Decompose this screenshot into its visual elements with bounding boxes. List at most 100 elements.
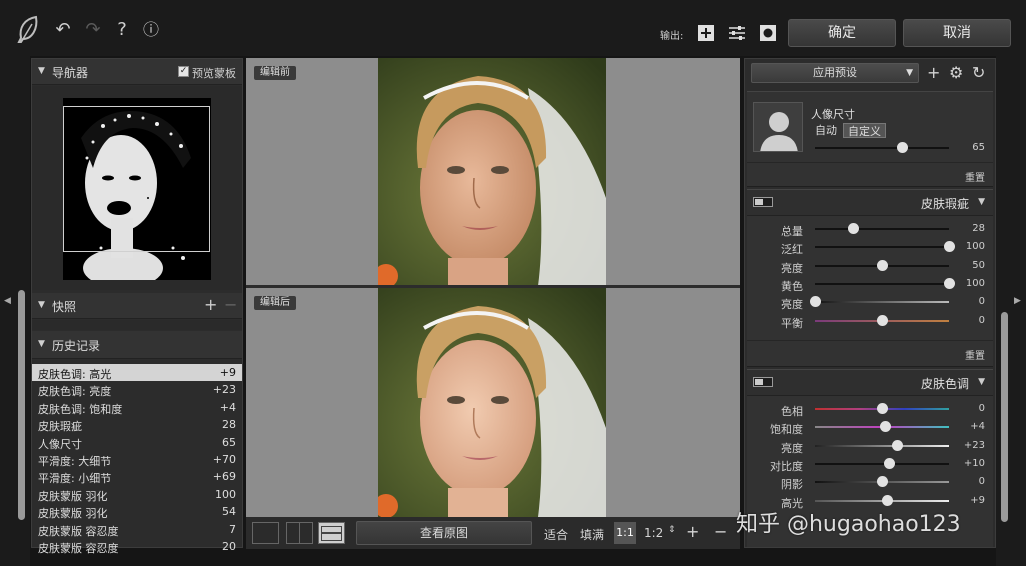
history-row[interactable]: 皮肤蒙版 羽化 54 bbox=[32, 503, 242, 520]
before-image bbox=[378, 58, 606, 286]
slider-value: +23 bbox=[963, 439, 985, 451]
skin-tone-header[interactable]: 皮肤色调 ▼ bbox=[747, 370, 993, 396]
slider-knob[interactable] bbox=[877, 403, 888, 414]
before-photo[interactable] bbox=[378, 58, 606, 286]
single-view-button[interactable] bbox=[252, 522, 279, 544]
slider-knob[interactable] bbox=[879, 421, 891, 433]
slider-knob[interactable] bbox=[877, 259, 888, 271]
portrait-size-track[interactable] bbox=[815, 147, 949, 149]
zoom-in-icon[interactable]: + bbox=[686, 522, 699, 541]
history-row[interactable]: 皮肤瑕疵 28 bbox=[32, 416, 242, 433]
history-list: 皮肤色调: 高光 +9 皮肤色调: 亮度 +23 皮肤色调: 饱和度 +4 皮肤瑕疵 28 人像… bbox=[32, 364, 242, 555]
slider-track[interactable] bbox=[815, 301, 949, 304]
slider-track[interactable] bbox=[815, 444, 949, 447]
history-row[interactable]: 皮肤色调: 饱和度 +4 bbox=[32, 399, 242, 416]
skin-blemish-reset-button[interactable]: 重置 bbox=[965, 347, 985, 362]
collapse-triangle-icon[interactable]: ▼ bbox=[38, 300, 45, 310]
slider-knob[interactable] bbox=[810, 296, 821, 308]
cancel-button[interactable]: 取消 bbox=[903, 19, 1011, 47]
history-row[interactable]: 人像尺寸 65 bbox=[32, 434, 242, 451]
slider-knob[interactable] bbox=[944, 241, 955, 253]
skin-blemish-toggle[interactable] bbox=[753, 197, 773, 207]
slider-knob[interactable] bbox=[883, 457, 895, 469]
history-label: 皮肤蒙版 羽化 bbox=[38, 489, 108, 503]
left-scrollbar[interactable] bbox=[18, 290, 25, 520]
skin-blemish-section: 皮肤瑕疵 ▼ 总量 28 泛红 100 亮度 50 黄色 100 亮度 0 平衡 0 重置 bbox=[747, 189, 993, 367]
history-row[interactable]: 皮肤色调: 高光 +9 bbox=[32, 364, 242, 382]
collapse-triangle-icon[interactable]: ▼ bbox=[38, 339, 45, 349]
slider-value: 28 bbox=[972, 223, 985, 234]
preview-mask-checkbox[interactable]: ✓ bbox=[178, 66, 189, 77]
collapse-triangle-icon[interactable]: ▼ bbox=[978, 197, 985, 207]
zoom-out-icon[interactable]: − bbox=[714, 522, 727, 541]
info-icon[interactable]: ⓘ bbox=[140, 20, 162, 40]
preset-select[interactable]: 应用预设 ▼ bbox=[751, 63, 919, 83]
slider-knob[interactable] bbox=[882, 494, 894, 506]
slider-knob[interactable] bbox=[877, 314, 888, 326]
slider-track[interactable] bbox=[815, 246, 949, 249]
slider-knob[interactable] bbox=[891, 439, 903, 451]
help-icon[interactable]: ? bbox=[111, 20, 133, 40]
skin-blemish-header[interactable]: 皮肤瑕疵 ▼ bbox=[747, 190, 993, 216]
slider-knob[interactable] bbox=[944, 277, 955, 289]
history-row[interactable]: 皮肤蒙版 羽化 100 bbox=[32, 486, 242, 503]
adjust-sliders-icon[interactable] bbox=[728, 24, 746, 42]
history-row[interactable]: 皮肤蒙版 容忍度 20 bbox=[32, 538, 242, 555]
fill-button[interactable]: 填满 bbox=[580, 526, 604, 543]
navigator-viewport-rect[interactable] bbox=[63, 106, 210, 252]
zoom-stepper-icon[interactable]: ⇕ bbox=[668, 525, 676, 535]
history-row[interactable]: 皮肤色调: 亮度 +23 bbox=[32, 381, 242, 398]
export-add-icon[interactable] bbox=[697, 24, 715, 42]
collapse-triangle-icon[interactable]: ▼ bbox=[978, 377, 985, 387]
portrait-size-knob[interactable] bbox=[897, 142, 909, 153]
history-label: 皮肤色调: 高光 bbox=[38, 368, 112, 381]
right-scrollbar[interactable] bbox=[1001, 312, 1008, 522]
slider-value: +4 bbox=[970, 421, 985, 433]
add-preset-icon[interactable]: + bbox=[927, 63, 940, 82]
history-row[interactable]: 平滑度: 大细节 +70 bbox=[32, 451, 242, 468]
slider-label: 亮度 bbox=[781, 441, 803, 455]
undo-icon[interactable]: ↶ bbox=[52, 20, 74, 40]
snapshots-header[interactable]: ▼ 快照 + − bbox=[32, 293, 242, 319]
split-view-button[interactable] bbox=[318, 522, 345, 544]
view-toolbar: 查看原图 适合 填满 1:1 1:2 ⇕ + − bbox=[246, 517, 740, 549]
fit-button[interactable]: 适合 bbox=[544, 526, 568, 543]
collapse-right-icon[interactable]: ▶ bbox=[1014, 296, 1021, 306]
slider-track[interactable] bbox=[815, 228, 949, 230]
right-panel: 应用预设 ▼ + ⚙ ↻ 人像尺寸 自动 自定义 65 重置 皮肤瑕疵 ▼ 总量… bbox=[744, 58, 996, 548]
ok-button[interactable]: 确定 bbox=[788, 19, 896, 47]
slider-track[interactable] bbox=[815, 462, 949, 465]
slider-track[interactable] bbox=[815, 282, 949, 285]
slider-value: 0 bbox=[978, 476, 985, 488]
collapse-triangle-icon[interactable]: ▼ bbox=[38, 66, 45, 76]
after-photo[interactable] bbox=[378, 288, 606, 517]
skin-tone-toggle[interactable] bbox=[753, 377, 773, 387]
slider-knob[interactable] bbox=[847, 223, 859, 234]
gear-icon[interactable]: ⚙ bbox=[949, 63, 963, 82]
slider-row: 对比度 +10 bbox=[747, 455, 993, 473]
zoom-1-1-button[interactable]: 1:1 bbox=[614, 522, 636, 544]
remove-snapshot-icon[interactable]: − bbox=[224, 295, 237, 314]
mask-icon[interactable] bbox=[759, 24, 777, 42]
history-header[interactable]: ▼ 历史记录 bbox=[32, 331, 242, 359]
navigator-thumbnail[interactable] bbox=[63, 98, 211, 280]
slider-knob[interactable] bbox=[877, 476, 888, 488]
portrait-size-reset-button[interactable]: 重置 bbox=[965, 169, 985, 184]
slider-row: 阴影 0 bbox=[747, 473, 993, 491]
zoom-1-2-button[interactable]: 1:2 bbox=[644, 526, 663, 540]
slider-row: 色相 0 bbox=[747, 400, 993, 418]
collapse-left-icon[interactable]: ◀ bbox=[4, 296, 11, 306]
custom-option[interactable]: 自定义 bbox=[843, 123, 886, 138]
side-by-side-view-button[interactable] bbox=[286, 522, 313, 544]
history-row[interactable]: 皮肤蒙版 容忍度 7 bbox=[32, 521, 242, 538]
add-snapshot-icon[interactable]: + bbox=[204, 295, 217, 314]
refresh-icon[interactable]: ↻ bbox=[972, 63, 985, 82]
history-label: 皮肤色调: 亮度 bbox=[38, 385, 112, 399]
auto-option[interactable]: 自动 bbox=[811, 123, 841, 138]
view-original-button[interactable]: 查看原图 bbox=[356, 521, 532, 545]
redo-icon[interactable]: ↷ bbox=[82, 20, 104, 40]
history-row[interactable]: 平滑度: 小细节 +69 bbox=[32, 468, 242, 485]
navigator-header[interactable]: ▼ 导航器 ✓ 预览蒙板 bbox=[32, 59, 242, 85]
slider-value: 100 bbox=[965, 277, 985, 289]
slider-value: +9 bbox=[970, 494, 985, 506]
